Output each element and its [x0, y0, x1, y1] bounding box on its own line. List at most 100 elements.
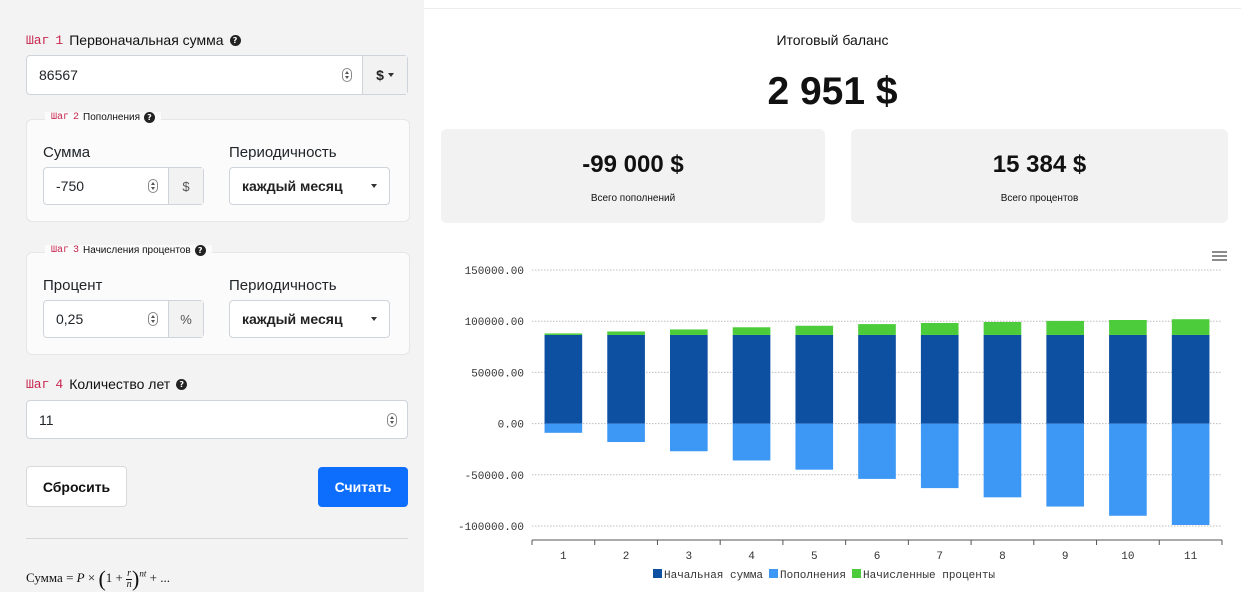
interest-period-select[interactable]: каждый месяц: [229, 300, 390, 338]
help-icon[interactable]: ?: [176, 378, 188, 390]
interest-period-label: Периодичность: [229, 277, 337, 294]
step2-title: Пополнения: [83, 112, 140, 123]
initial-bar: [795, 334, 834, 424]
chevron-down-icon: [371, 184, 377, 188]
initial-bar: [732, 334, 771, 424]
calculate-button[interactable]: Считать: [318, 467, 408, 507]
years-value: 11: [39, 411, 54, 428]
interest-bar: [607, 331, 645, 335]
total-deposits-card: -99 000 $ Всего пополнений: [441, 129, 825, 223]
balance-value: 2 951 $: [767, 70, 898, 113]
rate-value: 0,25: [56, 311, 84, 327]
interest-bar: [983, 321, 1022, 335]
deposit-amount-value: -750: [56, 178, 85, 194]
deposits-bar: [732, 423, 771, 461]
initial-bar: [544, 334, 583, 424]
deposits-bar: [920, 423, 959, 489]
deposit-currency: $: [182, 178, 190, 194]
x-tick-label: 1: [560, 551, 567, 563]
deposit-period-select[interactable]: каждый месяц: [229, 167, 390, 205]
total-interest-label: Всего процентов: [1000, 193, 1079, 204]
balance-chart: 150000.00 100000.00 50000.00 0.00 -50000.00 -…: [458, 266, 1223, 582]
currency-value: $: [376, 67, 384, 83]
initial-bar: [670, 334, 708, 424]
currency-select[interactable]: $: [362, 56, 407, 94]
reset-button[interactable]: Сбросить: [26, 466, 127, 507]
help-icon[interactable]: ?: [194, 245, 206, 256]
years-input[interactable]: 11: [26, 400, 408, 439]
deposits-bar: [670, 423, 708, 452]
initial-bar: [607, 334, 645, 424]
step1-label: Шаг 1 Первоначальная сумма ?: [26, 32, 241, 48]
initial-bar: [858, 334, 896, 424]
x-tick-label: 5: [811, 551, 818, 563]
x-tick-label: 4: [748, 551, 755, 563]
legend-swatch: [769, 569, 778, 578]
spinner-icon[interactable]: [387, 412, 397, 427]
balance-title: Итоговый баланс: [776, 32, 889, 48]
initial-amount-value: 86567: [39, 67, 78, 83]
step3-title: Начисления процентов: [83, 245, 191, 256]
help-icon[interactable]: ?: [229, 34, 241, 46]
spinner-icon[interactable]: [148, 312, 158, 326]
interest-period-value: каждый месяц: [242, 311, 343, 327]
y-tick-label: -50000.00: [465, 471, 524, 483]
total-deposits-label: Всего пополнений: [590, 193, 676, 204]
rate-label: Процент: [43, 277, 103, 294]
initial-bar: [920, 334, 959, 424]
deposit-amount-input[interactable]: -750 $: [43, 167, 204, 205]
legend-label: Пополнения: [780, 570, 846, 582]
calculator-form: Шаг 1 Первоначальная сумма ? 86567 $ Шаг…: [0, 0, 424, 592]
legend-swatch: [653, 569, 662, 578]
help-icon[interactable]: ?: [143, 112, 155, 123]
interest-bar: [1109, 320, 1147, 335]
rate-input[interactable]: 0,25 %: [43, 300, 204, 338]
step-number: 1: [55, 32, 64, 48]
deposits-bar: [544, 423, 583, 433]
interest-bar: [1046, 320, 1084, 335]
y-tick-label: 100000.00: [465, 317, 524, 329]
initial-bar: [983, 334, 1022, 424]
step2-legend: Шаг 2 Пополнения ?: [45, 112, 161, 123]
deposits-bar: [607, 423, 645, 443]
step-word: Шаг: [51, 245, 70, 256]
top-divider: [424, 8, 1241, 9]
deposits-bar: [1046, 423, 1084, 507]
interest-bar: [920, 322, 959, 335]
initial-bar: [1109, 334, 1147, 424]
initial-bar: [1046, 334, 1084, 424]
x-tick-label: 7: [936, 551, 943, 563]
x-tick-label: 9: [1062, 551, 1069, 563]
step-word: Шаг: [26, 32, 50, 48]
deposits-bar: [858, 423, 896, 479]
total-interest-card: 15 384 $ Всего процентов: [851, 129, 1228, 223]
step4-label: Шаг 4 Количество лет ?: [26, 376, 188, 392]
formula: Сумма = P × (1 + r n)nt + ...: [26, 566, 170, 591]
y-tick-label: 50000.00: [471, 368, 524, 380]
interest-bar: [858, 324, 896, 335]
interest-bar: [544, 333, 583, 335]
x-tick-label: 3: [686, 551, 693, 563]
step-word: Шаг: [51, 112, 70, 123]
spinner-icon[interactable]: [342, 68, 352, 82]
deposits-bar: [983, 423, 1022, 498]
formula-tail: + ...: [149, 569, 170, 585]
deposit-period-value: каждый месяц: [242, 178, 343, 194]
step-number: 3: [73, 245, 80, 256]
x-tick-label: 8: [999, 551, 1006, 563]
y-tick-label: 150000.00: [465, 266, 524, 278]
spinner-icon[interactable]: [148, 179, 158, 193]
total-interest-value: 15 384 $: [992, 151, 1087, 178]
x-tick-label: 11: [1184, 551, 1198, 563]
x-tick-label: 6: [874, 551, 881, 563]
legend-label: Начальная сумма: [664, 570, 763, 582]
total-deposits-value: -99 000 $: [582, 151, 684, 178]
rate-unit: %: [180, 311, 192, 327]
step1-title: Первоначальная сумма: [69, 32, 224, 48]
step4-title: Количество лет: [69, 376, 171, 392]
initial-amount-input[interactable]: 86567 $: [26, 55, 408, 95]
interest-bar: [795, 325, 834, 335]
formula-lhs: Сумма: [26, 569, 63, 585]
y-tick-label: 0.00: [498, 420, 524, 432]
interest-bar: [1171, 319, 1210, 335]
